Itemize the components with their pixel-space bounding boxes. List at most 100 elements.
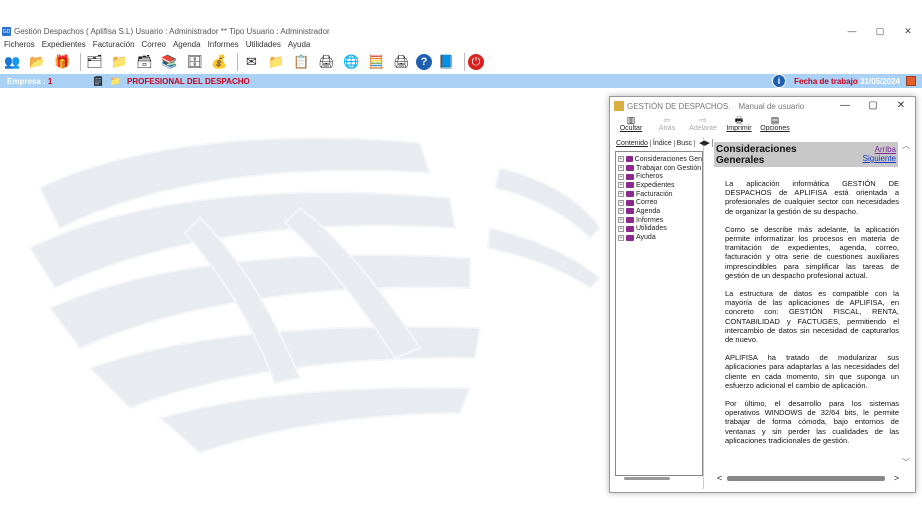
tree-item[interactable]: + Consideraciones Gen <box>616 155 702 164</box>
content-horizontal-scrollbar[interactable]: < > <box>715 473 901 483</box>
expand-icon[interactable]: + <box>618 182 624 189</box>
content-vertical-scrollbar[interactable]: ︿ ﹀ <box>901 140 911 468</box>
window-title: Gestión Despachos ( Aplifisa S.L) Usuari… <box>14 27 330 36</box>
help-body: Contenido Índice Busc ◀▶ + Consideracione… <box>612 137 913 489</box>
link-arriba[interactable]: Arriba <box>875 145 896 154</box>
folder-doc-icon[interactable]: 🗃 <box>134 52 155 72</box>
tab-contenido[interactable]: Contenido <box>614 139 651 147</box>
help-back-button[interactable]: ⇦ Atrás <box>652 115 682 133</box>
print-icon: 🖶 <box>734 115 744 125</box>
expand-icon[interactable]: + <box>618 156 624 163</box>
help-minimize-button[interactable]: — <box>831 97 859 115</box>
tree-item[interactable]: + Ficheros <box>616 172 702 181</box>
gift-icon[interactable]: 🎁 <box>52 52 73 72</box>
tree-horizontal-scrollbar[interactable] <box>624 477 670 480</box>
info-icon[interactable]: i <box>772 74 786 88</box>
calendar-icon[interactable] <box>906 76 916 86</box>
menu-utilidades[interactable]: Utilidades <box>246 40 281 49</box>
books-icon[interactable]: 📚 <box>159 52 180 72</box>
topic-header: Consideraciones Generales Arriba Siguien… <box>714 142 898 167</box>
book-icon <box>626 225 634 232</box>
book-icon <box>626 208 634 215</box>
app-icon: GD <box>2 27 11 36</box>
menu-ficheros[interactable]: Ficheros <box>4 40 35 49</box>
help-toolbar-label: Ocultar <box>619 125 643 132</box>
tab-scroll-arrows[interactable]: ◀▶ <box>697 139 713 147</box>
folders-icon[interactable]: 🗂 <box>84 52 105 72</box>
help-icon[interactable]: ? <box>416 54 432 70</box>
mail-icon[interactable]: ✉ <box>241 52 262 72</box>
tab-buscar[interactable]: Busc <box>675 139 696 147</box>
people-icon[interactable]: 👥 <box>2 52 23 72</box>
link-siguiente[interactable]: Siguiente <box>863 154 896 163</box>
menu-informes[interactable]: Informes <box>208 40 239 49</box>
folder-open-icon[interactable]: 📂 <box>27 52 48 72</box>
tree-item[interactable]: + Informes <box>616 216 702 225</box>
paragraph: La aplicación informática GESTIÓN DE DES… <box>725 179 899 216</box>
calculator-icon[interactable]: 🧮 <box>366 52 387 72</box>
expand-icon[interactable]: + <box>618 225 624 232</box>
book-icon[interactable]: 📘 <box>436 52 457 72</box>
globe-search-icon[interactable]: 🌐 <box>341 52 362 72</box>
menu-facturacion[interactable]: Facturación <box>93 40 135 49</box>
menu-agenda[interactable]: Agenda <box>173 40 201 49</box>
printer-icon[interactable]: 🖨 <box>391 52 412 72</box>
scroll-left-icon[interactable]: < <box>717 473 722 483</box>
paragraph: La estructura de datos es compatible con… <box>725 289 899 345</box>
tree-item-label: Ficheros <box>636 173 663 181</box>
help-window-controls: — ▢ ✕ <box>831 97 915 115</box>
book-icon <box>626 234 634 241</box>
power-icon[interactable]: ⏻ <box>468 54 484 70</box>
help-maximize-button[interactable]: ▢ <box>859 97 887 115</box>
tree-item[interactable]: + Trabajar con Gestión <box>616 164 702 173</box>
forward-icon: ⇨ <box>699 115 707 125</box>
printer-doc-icon[interactable]: 🖨 <box>316 52 337 72</box>
folder-icon[interactable]: 📁 <box>266 52 287 72</box>
tree-item[interactable]: + Facturación <box>616 190 702 199</box>
help-options-button[interactable]: ▤ Opciones <box>760 115 790 133</box>
app-window: GD Gestión Despachos ( Aplifisa S.L) Usu… <box>0 24 922 500</box>
help-hide-button[interactable]: ▥ Ocultar <box>616 115 646 133</box>
book-icon <box>626 217 634 224</box>
tree-item-label: Consideraciones Gen <box>634 155 702 163</box>
help-toolbar-label: Atrás <box>658 125 676 132</box>
archive-icon[interactable]: 🗄 <box>184 52 205 72</box>
money-bag-icon[interactable]: 💰 <box>209 52 230 72</box>
options-icon: ▤ <box>770 115 780 125</box>
minimize-button[interactable]: — <box>838 24 866 39</box>
tab-indice[interactable]: Índice <box>651 139 675 147</box>
scroll-thumb[interactable] <box>727 476 885 481</box>
tree-item[interactable]: + Expedientes <box>616 181 702 190</box>
menu-ayuda[interactable]: Ayuda <box>288 40 311 49</box>
tree-item[interactable]: + Ayuda <box>616 233 702 242</box>
back-icon: ⇦ <box>663 115 671 125</box>
expand-icon[interactable]: + <box>618 234 624 241</box>
menu-expedientes[interactable]: Expedientes <box>42 40 86 49</box>
folder-icon[interactable]: 📁 <box>110 76 121 87</box>
close-button[interactable]: ✕ <box>894 24 922 39</box>
expand-icon[interactable]: + <box>618 191 624 198</box>
expand-icon[interactable]: + <box>618 199 624 206</box>
tree-item[interactable]: + Utilidades <box>616 225 702 234</box>
menu-correo[interactable]: Correo <box>142 40 166 49</box>
maximize-button[interactable]: ▢ <box>866 24 894 39</box>
scroll-up-icon[interactable]: ︿ <box>902 140 910 151</box>
scroll-right-icon[interactable]: > <box>894 473 899 483</box>
expand-icon[interactable]: + <box>618 173 624 180</box>
toolbar-separator <box>237 53 238 71</box>
help-book-icon <box>614 101 624 111</box>
tree-item[interactable]: + Correo <box>616 198 702 207</box>
title-bar: GD Gestión Despachos ( Aplifisa S.L) Usu… <box>0 24 922 39</box>
scroll-down-icon[interactable]: ﹀ <box>902 457 910 468</box>
help-print-button[interactable]: 🖶 Imprimir <box>724 115 754 133</box>
help-forward-button[interactable]: ⇨ Adelante <box>688 115 718 133</box>
fecha-trabajo: Fecha de trabajo 31/05/2024 <box>794 77 900 86</box>
note-icon[interactable]: 🗒 <box>92 76 103 87</box>
tree-item[interactable]: + Agenda <box>616 207 702 216</box>
help-close-button[interactable]: ✕ <box>887 97 915 115</box>
expand-icon[interactable]: + <box>618 208 624 215</box>
expand-icon[interactable]: + <box>618 165 624 172</box>
expand-icon[interactable]: + <box>618 217 624 224</box>
list-icon[interactable]: 📋 <box>291 52 312 72</box>
folder-hands-icon[interactable]: 📁 <box>109 52 130 72</box>
